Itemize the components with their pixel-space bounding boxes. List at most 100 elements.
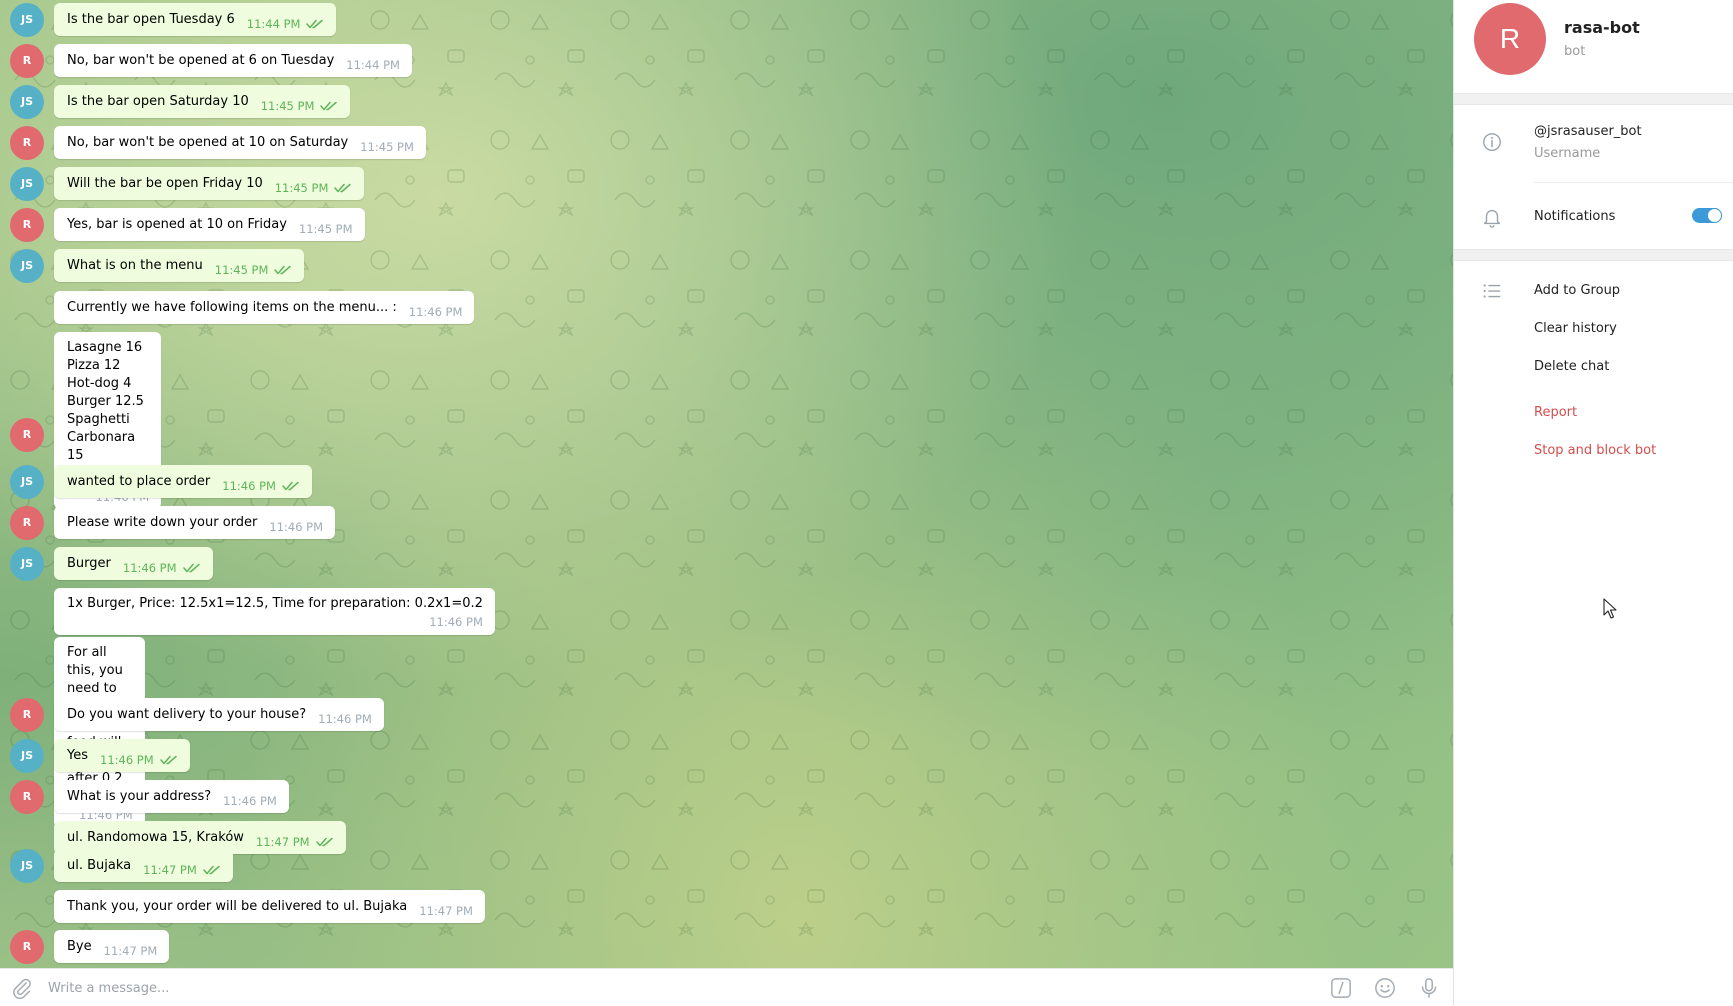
incoming-message-bubble[interactable]: No, bar won't be opened at 10 on Saturda…	[54, 126, 426, 159]
message-avatar[interactable]: JS	[10, 167, 44, 201]
message-avatar[interactable]: R	[10, 44, 44, 78]
message-text: Will the bar be open Friday 10	[67, 176, 263, 191]
add-to-group-button[interactable]: Add to Group	[1534, 283, 1620, 298]
paperclip-icon[interactable]	[11, 977, 33, 999]
message-text: Is the bar open Tuesday 6	[67, 12, 235, 27]
profile-subtitle: bot	[1564, 44, 1586, 59]
bell-icon	[1483, 209, 1501, 228]
message-avatar[interactable]: R	[10, 418, 44, 452]
section-divider	[1454, 93, 1733, 105]
read-checkmarks-icon	[274, 263, 292, 275]
message-avatar[interactable]: R	[10, 698, 44, 732]
message-time: 11:46 PM	[269, 520, 324, 534]
message-avatar[interactable]: JS	[10, 849, 44, 883]
stop-and-block-bot-button[interactable]: Stop and block bot	[1534, 443, 1656, 458]
message-text: Thank you, your order will be delivered …	[67, 899, 408, 914]
section-divider	[1454, 249, 1733, 261]
notifications-label: Notifications	[1534, 209, 1616, 224]
list-icon	[1483, 284, 1501, 298]
outgoing-message-bubble[interactable]: Is the bar open Saturday 10 11:45 PM	[54, 85, 351, 118]
message-text: Burger	[67, 556, 111, 571]
outgoing-message-bubble[interactable]: What is on the menu 11:45 PM	[54, 249, 305, 282]
message-time: 11:46 PM	[222, 479, 276, 493]
message-text: What is on the menu	[67, 258, 203, 273]
notifications-toggle[interactable]	[1692, 208, 1722, 223]
incoming-message-bubble[interactable]: Please write down your order 11:46 PM	[54, 506, 336, 539]
incoming-message-bubble[interactable]: Thank you, your order will be delivered …	[54, 890, 485, 923]
message-text: Do you want delivery to your house?	[67, 707, 307, 722]
outgoing-message-bubble[interactable]: Is the bar open Tuesday 6 11:44 PM	[54, 3, 337, 36]
incoming-message-bubble[interactable]: No, bar won't be opened at 6 on Tuesday 1…	[54, 44, 412, 77]
message-time: 11:45 PM	[360, 140, 414, 154]
incoming-message-bubble[interactable]: Bye 11:47 PM	[54, 930, 170, 963]
message-avatar[interactable]: R	[10, 506, 44, 540]
message-text: Currently we have following items on the…	[67, 300, 397, 315]
message-time: 11:45 PM	[260, 99, 315, 113]
profile-panel: R rasa-bot bot @jsrasauser_bot Username …	[1453, 0, 1733, 1005]
message-text: Please write down your order	[67, 515, 258, 530]
info-icon	[1483, 133, 1501, 151]
message-time: 11:47 PM	[143, 863, 197, 877]
incoming-message-bubble[interactable]: Currently we have following items on the…	[54, 291, 475, 324]
bot-commands-icon[interactable]	[1330, 977, 1352, 999]
message-time: 11:46 PM	[429, 615, 483, 629]
clear-history-button[interactable]: Clear history	[1534, 321, 1617, 336]
read-checkmarks-icon	[315, 835, 334, 847]
message-text: What is your address?	[67, 789, 212, 804]
incoming-message-bubble[interactable]: 1x Burger, Price: 12.5x1=12.5, Time for …	[54, 588, 495, 635]
incoming-message-bubble[interactable]: What is your address? 11:46 PM	[54, 780, 289, 813]
message-input[interactable]	[46, 977, 1050, 999]
toggle-knob	[1708, 209, 1721, 222]
message-text: Yes	[67, 748, 88, 763]
message-text: wanted to place order	[67, 474, 211, 489]
read-checkmarks-icon	[182, 561, 201, 573]
outgoing-message-bubble[interactable]: Yes 11:46 PM	[54, 739, 190, 772]
microphone-icon[interactable]	[1418, 977, 1440, 999]
username-label: Username	[1534, 146, 1601, 161]
message-time: 11:46 PM	[223, 794, 277, 808]
outgoing-message-bubble[interactable]: Burger 11:46 PM	[54, 547, 213, 580]
outgoing-message-bubble[interactable]: Will the bar be open Friday 10 11:45 PM	[54, 167, 365, 200]
message-time: 11:45 PM	[214, 263, 269, 277]
message-avatar[interactable]: R	[10, 930, 44, 964]
message-avatar[interactable]: JS	[10, 85, 44, 119]
message-text: ul. Bujaka	[67, 858, 132, 873]
message-avatar[interactable]: R	[10, 780, 44, 814]
delete-chat-button[interactable]: Delete chat	[1534, 359, 1609, 374]
message-time: 11:46 PM	[318, 712, 372, 726]
message-text: ul. Randomowa 15, Kraków	[67, 830, 244, 845]
row-divider	[1534, 182, 1733, 183]
message-time: 11:45 PM	[298, 222, 353, 236]
read-checkmarks-icon	[334, 181, 352, 193]
mouse-cursor-icon	[1603, 598, 1617, 619]
message-avatar[interactable]: JS	[10, 3, 44, 37]
incoming-message-bubble[interactable]: Yes, bar is opened at 10 on Friday 11:45 …	[54, 208, 365, 241]
message-time: 11:47 PM	[419, 904, 473, 918]
profile-avatar[interactable]: R	[1474, 3, 1546, 75]
incoming-message-bubble[interactable]: Do you want delivery to your house? 11:46…	[54, 698, 384, 731]
report-button[interactable]: Report	[1534, 405, 1577, 420]
message-avatar[interactable]: JS	[10, 547, 44, 581]
message-text: Is the bar open Saturday 10	[67, 94, 249, 109]
message-text: 1x Burger, Price: 12.5x1=12.5, Time for …	[67, 596, 483, 611]
message-text: No, bar won't be opened at 10 on Saturda…	[67, 135, 349, 150]
message-composer	[0, 968, 1453, 1006]
message-time: 11:46 PM	[408, 305, 463, 319]
outgoing-message-bubble[interactable]: ul. Bujaka 11:47 PM	[54, 849, 233, 882]
message-avatar[interactable]: JS	[10, 465, 44, 499]
message-avatar[interactable]: JS	[10, 249, 44, 283]
read-checkmarks-icon	[282, 479, 300, 491]
message-avatar[interactable]: R	[10, 126, 44, 160]
emoji-icon[interactable]	[1374, 977, 1396, 999]
read-checkmarks-icon	[306, 17, 324, 29]
chat-area: JS Is the bar open Tuesday 6 11:44 PM R No, …	[0, 0, 1453, 968]
outgoing-message-bubble[interactable]: wanted to place order 11:46 PM	[54, 465, 312, 498]
message-text: Yes, bar is opened at 10 on Friday	[67, 217, 287, 232]
read-checkmarks-icon	[203, 863, 221, 875]
message-avatar[interactable]: JS	[10, 739, 44, 773]
message-time: 11:46 PM	[122, 561, 177, 575]
message-avatar[interactable]: R	[10, 208, 44, 242]
read-checkmarks-icon	[159, 753, 178, 765]
message-time: 11:44 PM	[246, 17, 301, 31]
username-value[interactable]: @jsrasauser_bot	[1534, 124, 1642, 139]
